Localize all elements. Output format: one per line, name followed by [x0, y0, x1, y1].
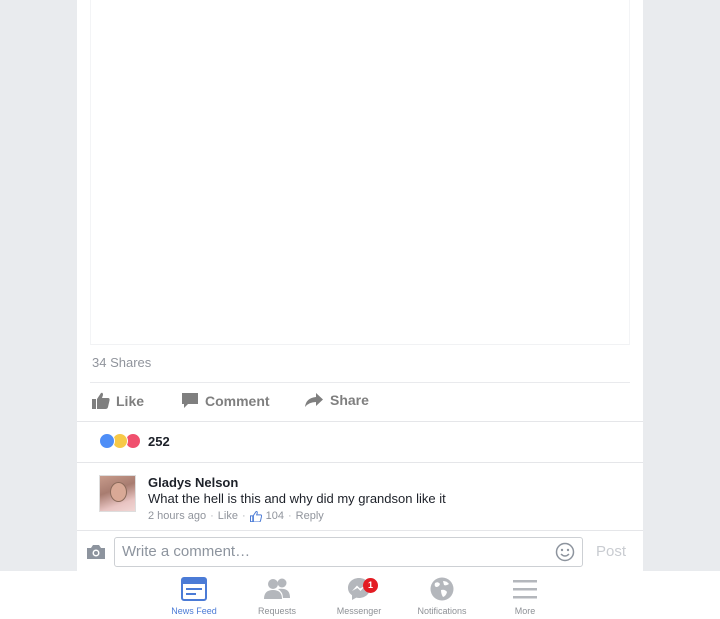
comment-bubble-icon	[182, 393, 198, 408]
tab-label: News Feed	[171, 606, 217, 616]
share-label: Share	[330, 392, 369, 408]
comment-author[interactable]: Gladys Nelson	[148, 475, 618, 490]
share-button[interactable]: Share	[304, 392, 369, 408]
friends-icon	[264, 578, 290, 599]
tab-label: Requests	[257, 606, 297, 616]
comment-text: What the hell is this and why did my gra…	[148, 491, 446, 506]
like-button[interactable]: Like	[92, 392, 144, 409]
separator: ·	[210, 510, 214, 522]
separator: ·	[288, 510, 292, 522]
comment-composer: Write a comment… Post	[77, 530, 643, 571]
divider	[90, 382, 630, 383]
comment-input[interactable]: Write a comment…	[114, 537, 583, 567]
divider	[77, 421, 643, 422]
comment-reply-link[interactable]: Reply	[296, 510, 324, 522]
comment-timestamp[interactable]: 2 hours ago	[148, 510, 206, 522]
reactions-summary[interactable]: 252	[99, 433, 170, 449]
hamburger-menu-icon	[513, 580, 537, 599]
post-actions: Like Comment Share	[90, 388, 630, 416]
globe-icon	[430, 577, 454, 601]
shares-count[interactable]: 34 Shares	[92, 355, 151, 370]
like-label: Like	[116, 392, 145, 409]
post-media[interactable]	[90, 0, 630, 345]
comment-meta: 2 hours ago · Like · 104 · Reply	[148, 510, 618, 522]
tab-messenger[interactable]: 1 Messenger	[319, 576, 399, 616]
tab-news-feed[interactable]: News Feed	[154, 576, 234, 616]
tab-notifications[interactable]: Notifications	[402, 576, 482, 616]
tab-label: More	[514, 606, 536, 616]
tab-label: Notifications	[417, 606, 467, 616]
share-arrow-icon	[305, 393, 323, 407]
separator: ·	[241, 510, 246, 522]
tab-more[interactable]: More	[485, 576, 565, 616]
bottom-tab-bar: News Feed Requests 1 Messenger Notificat…	[0, 571, 720, 619]
like-reaction-icon	[99, 433, 115, 449]
messenger-badge: 1	[363, 578, 378, 593]
reaction-count: 252	[148, 433, 170, 449]
comment-button[interactable]: Comment	[181, 392, 270, 409]
thumbs-up-icon	[92, 392, 110, 409]
news-feed-icon	[181, 577, 207, 601]
post-button[interactable]: Post	[596, 543, 626, 560]
comment-like-count[interactable]: 104	[266, 510, 284, 522]
avatar[interactable]	[99, 475, 136, 512]
divider	[77, 462, 643, 463]
camera-icon[interactable]	[86, 544, 106, 560]
emoji-icon[interactable]	[555, 542, 575, 562]
comment-like-link[interactable]: Like	[218, 510, 238, 522]
comment-label: Comment	[205, 392, 270, 409]
thumbs-up-icon	[249, 510, 262, 522]
post-card: 34 Shares Like Comment Share 252 Gladys …	[77, 0, 643, 571]
tab-requests[interactable]: Requests	[237, 576, 317, 616]
tab-label: Messenger	[336, 606, 382, 616]
